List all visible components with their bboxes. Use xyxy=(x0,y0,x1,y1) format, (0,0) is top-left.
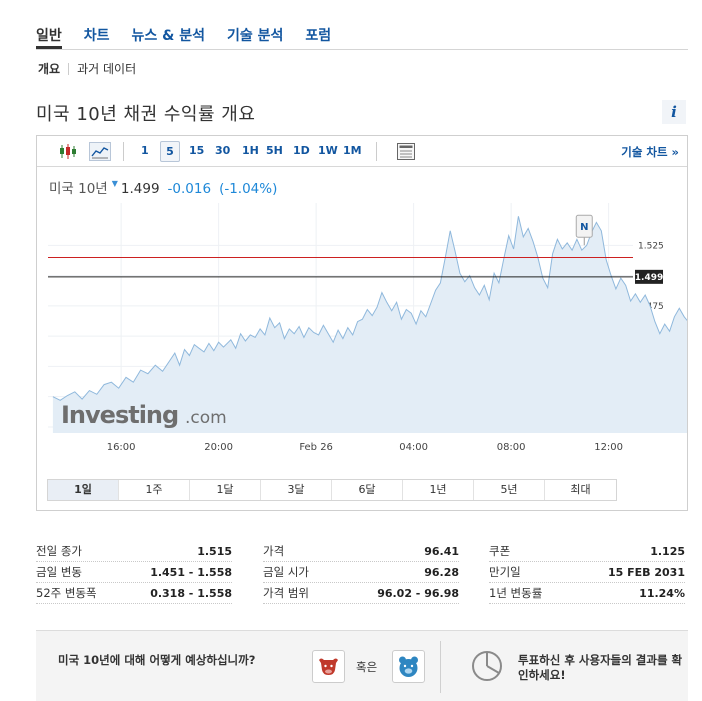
main-tabs: 일반 차트 뉴스 & 분석 기술 분석 포럼 xyxy=(36,22,688,50)
subtab-divider xyxy=(68,62,70,75)
stat-row: 1년 변동률 11.24% xyxy=(489,583,685,604)
period-6m[interactable]: 6달 xyxy=(332,480,403,500)
bull-icon xyxy=(319,658,338,675)
news-marker-label: N xyxy=(580,222,588,233)
x-tick-label: 12:00 xyxy=(594,442,623,453)
sentiment-results-prompt: 투표하신 후 사용자들의 결과를 확인하세요! xyxy=(518,653,683,682)
x-tick-label: 08:00 xyxy=(497,442,526,453)
sentiment-poll: 미국 10년에 대해 어떻게 예상하십니까? 혹은 투표하신 후 사용자들의 결… xyxy=(36,630,688,701)
tab-general[interactable]: 일반 xyxy=(36,22,62,49)
stat-label: 만기일 xyxy=(489,565,521,579)
stat-row: 가격 범위 96.02 - 96.98 xyxy=(263,583,459,604)
period-max[interactable]: 최대 xyxy=(545,480,616,500)
x-tick-label: 16:00 xyxy=(107,442,136,453)
subtab-historical-data[interactable]: 과거 데이터 xyxy=(77,60,136,77)
period-selector: 1일 1주 1달 3달 6달 1년 5년 최대 xyxy=(47,479,617,501)
stat-row: 가격 96.41 xyxy=(263,541,459,562)
stat-value: 11.24% xyxy=(639,586,685,600)
stat-label: 쿠폰 xyxy=(489,544,511,558)
or-label: 혹은 xyxy=(356,660,378,674)
stat-label: 가격 xyxy=(263,544,285,558)
sentiment-divider xyxy=(440,641,441,693)
sub-tabs: 개요 과거 데이터 xyxy=(38,60,136,77)
stats-column: 쿠폰 1.125 만기일 15 FEB 2031 1년 변동률 11.24% xyxy=(489,541,685,604)
stats-column: 전일 종가 1.515 금일 변동 1.451 - 1.558 52주 변동폭 0.3… xyxy=(36,541,232,604)
stat-row: 금일 시가 96.28 xyxy=(263,562,459,583)
stat-label: 1년 변동률 xyxy=(489,586,543,600)
stat-row: 전일 종가 1.515 xyxy=(36,541,232,562)
period-5y[interactable]: 5년 xyxy=(474,480,545,500)
stat-label: 금일 시가 xyxy=(263,565,309,579)
stat-value: 1.451 - 1.558 xyxy=(150,565,232,579)
x-tick-label: 04:00 xyxy=(399,442,428,453)
stat-label: 가격 범위 xyxy=(263,586,309,600)
x-tick-label: 20:00 xyxy=(204,442,233,453)
sentiment-question: 미국 10년에 대해 어떻게 예상하십니까? xyxy=(58,653,256,667)
bear-icon xyxy=(399,656,418,677)
stat-value: 96.41 xyxy=(424,544,459,558)
stat-value: 96.02 - 96.98 xyxy=(377,586,459,600)
info-icon[interactable]: i xyxy=(662,100,686,124)
pie-chart-icon xyxy=(472,651,502,681)
period-1y[interactable]: 1년 xyxy=(403,480,474,500)
subtab-overview[interactable]: 개요 xyxy=(38,60,60,77)
period-1d[interactable]: 1일 xyxy=(48,480,119,500)
tab-news-analysis[interactable]: 뉴스 & 분석 xyxy=(132,22,205,49)
tab-chart[interactable]: 차트 xyxy=(84,22,110,49)
tab-technical-analysis[interactable]: 기술 분석 xyxy=(227,22,283,49)
stat-value: 15 FEB 2031 xyxy=(608,565,685,579)
chart-panel: 1 5 15 30 1H 5H 1D 1W 1M 기술 차트 » 미국 10년 … xyxy=(36,135,688,511)
period-3m[interactable]: 3달 xyxy=(261,480,332,500)
stat-row: 쿠폰 1.125 xyxy=(489,541,685,562)
investing-logo-suffix: .com xyxy=(185,408,227,428)
stat-value: 1.125 xyxy=(650,544,685,558)
period-1w[interactable]: 1주 xyxy=(119,480,190,500)
stat-value: 96.28 xyxy=(424,565,459,579)
price-chart[interactable]: 1.5251.5001.4751.4501.4251.4001.37516:00… xyxy=(37,136,687,476)
investing-logo: Investing xyxy=(61,401,178,429)
stat-label: 전일 종가 xyxy=(36,544,82,558)
period-1m[interactable]: 1달 xyxy=(190,480,261,500)
stat-value: 0.318 - 1.558 xyxy=(150,586,232,600)
stat-label: 52주 변동폭 xyxy=(36,586,97,600)
page-title: 미국 10년 채권 수익률 개요 xyxy=(36,104,256,125)
y-tick-label: 1.525 xyxy=(638,241,664,251)
stat-value: 1.515 xyxy=(197,544,232,558)
stat-row: 만기일 15 FEB 2031 xyxy=(489,562,685,583)
last-price-label: 1.499 xyxy=(635,273,663,283)
tab-forum[interactable]: 포럼 xyxy=(305,22,331,49)
stat-row: 금일 변동 1.451 - 1.558 xyxy=(36,562,232,583)
stat-label: 금일 변동 xyxy=(36,565,82,579)
stat-row: 52주 변동폭 0.318 - 1.558 xyxy=(36,583,232,604)
x-tick-label: Feb 26 xyxy=(299,442,333,453)
bear-vote-button[interactable] xyxy=(392,650,425,683)
stats-column: 가격 96.41 금일 시가 96.28 가격 범위 96.02 - 96.98 xyxy=(263,541,459,604)
bull-vote-button[interactable] xyxy=(312,650,345,683)
